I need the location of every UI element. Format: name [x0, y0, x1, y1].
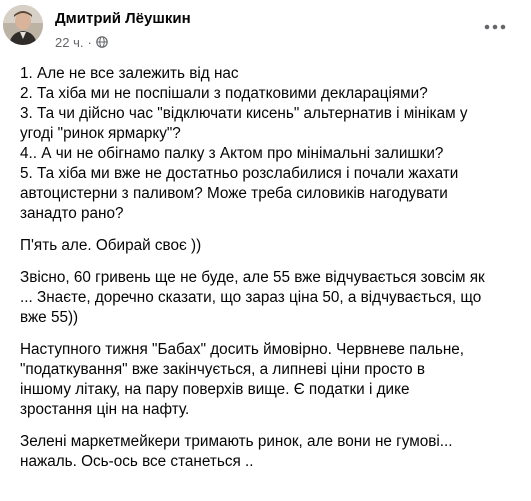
text-line: Звісно, 60 гривень ще не буде, але 55 вж…	[20, 269, 485, 286]
text-line: занадто рано?	[20, 205, 124, 222]
text-line: угоді "ринок ярмарку"?	[20, 125, 181, 142]
paragraph-forecast: Наступного тижня "Бабах" досить ймовірно…	[20, 340, 525, 420]
post-header: Дмитрий Лёушкин 22 ч. ·	[0, 0, 531, 56]
post-meta: 22 ч. ·	[55, 34, 108, 50]
text-line: Зелені маркетмейкери тримають ринок, але…	[20, 433, 453, 450]
paragraph-list: 1. Але не все залежить від нас 2. Та хіб…	[20, 64, 525, 224]
text-line: зростання цін на нафту.	[20, 401, 190, 418]
text-line: Наступного тижня "Бабах" досить ймовірно…	[20, 341, 465, 358]
text-line: нажаль. Ось-ось все станеться ..	[20, 453, 254, 470]
more-options-button[interactable]	[480, 12, 510, 42]
paragraph-market-makers: Зелені маркетмейкери тримають ринок, але…	[20, 432, 525, 472]
author-name[interactable]: Дмитрий Лёушкин	[55, 10, 191, 27]
paragraph-prices: Звісно, 60 гривень ще не буде, але 55 вж…	[20, 268, 525, 328]
paragraph-summary: П'ять але. Обирай своє ))	[20, 236, 525, 256]
globe-icon[interactable]	[96, 36, 108, 48]
text-line: вже 55))	[20, 309, 79, 326]
text-line: 3. Та чи дійсно час "відключати кисень" …	[20, 105, 468, 122]
text-line: 1. Але не все залежить від нас	[20, 65, 239, 82]
meta-separator: ·	[87, 34, 92, 50]
facebook-post: Дмитрий Лёушкин 22 ч. · 1. Але не все за…	[0, 0, 531, 501]
avatar-photo	[3, 5, 43, 45]
author-avatar[interactable]	[3, 5, 43, 45]
text-line: 4.. А чи не обігнамо палку з Актом про м…	[20, 145, 444, 162]
text-line: іншому літаку, на пару поверхів вище. Є …	[20, 381, 410, 398]
text-line: автоцистерни з паливом? Може треба силов…	[20, 185, 448, 202]
text-line: 5. Та хіба ми вже не достатньо розслабил…	[20, 165, 459, 182]
post-body: 1. Але не все залежить від нас 2. Та хіб…	[20, 64, 525, 484]
text-line: "податкування" вже закінчується, а липне…	[20, 361, 425, 378]
more-options-icon	[484, 24, 506, 30]
text-line: П'ять але. Обирай своє ))	[20, 237, 202, 254]
post-timestamp[interactable]: 22 ч.	[55, 35, 83, 50]
text-line: 2. Та хіба ми не поспішали з податковими…	[20, 85, 428, 102]
text-line: ... Знаєте, доречно сказати, що зараз ці…	[20, 289, 482, 306]
